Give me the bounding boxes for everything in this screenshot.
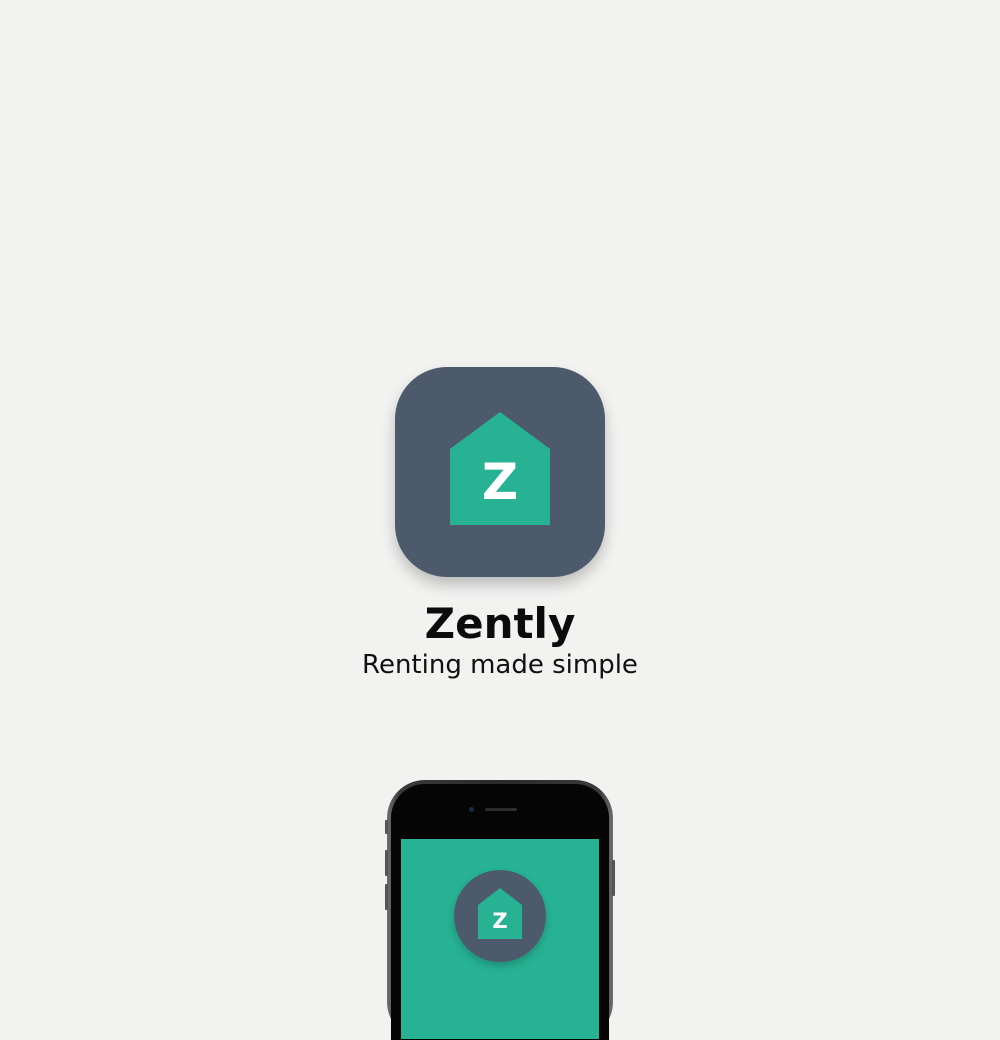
house-icon: Z: [450, 412, 550, 525]
phone-volume-up-button: [385, 850, 388, 876]
house-icon: Z: [478, 888, 522, 939]
phone-volume-down-button: [385, 884, 388, 910]
brand-name: Zently: [424, 599, 576, 648]
phone-power-button: [612, 860, 615, 896]
phone-screen: Z: [401, 839, 599, 1039]
phone-mockup: Z: [385, 780, 615, 1040]
splash-logo-letter: Z: [492, 909, 507, 933]
app-icon: Z: [395, 367, 605, 577]
phone-side-button: [385, 820, 388, 834]
splash-logo: Z: [454, 870, 546, 962]
phone-speaker: [485, 808, 517, 811]
phone-bezel: Z: [391, 784, 609, 1040]
app-icon-letter: Z: [482, 453, 518, 511]
phone-camera-icon: [469, 807, 474, 812]
brand-tagline: Renting made simple: [362, 650, 638, 680]
